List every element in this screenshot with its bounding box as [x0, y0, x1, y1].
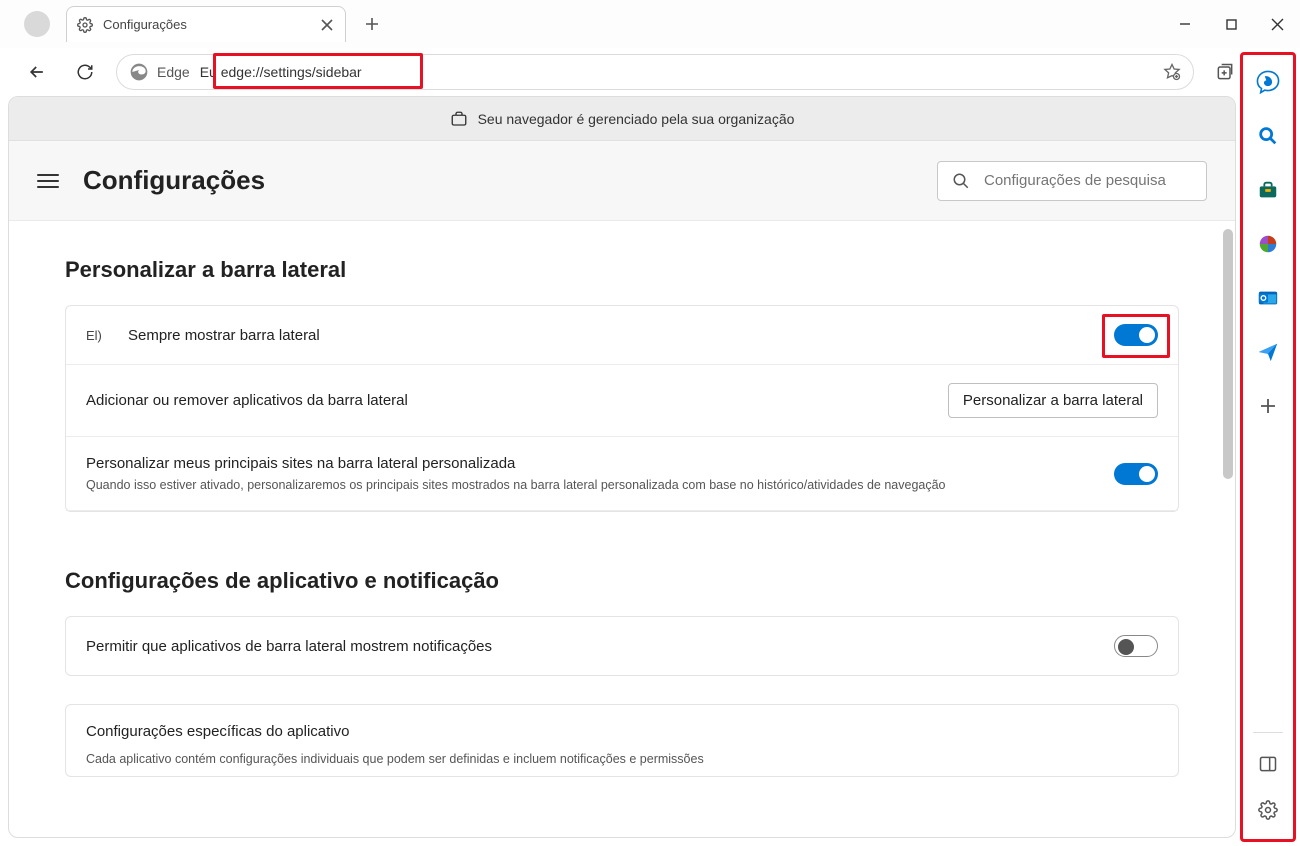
- address-bar[interactable]: Edge Eu edge://settings/sidebar: [116, 54, 1194, 90]
- sidebar-settings-button[interactable]: [1253, 795, 1283, 825]
- close-window-button[interactable]: [1254, 4, 1300, 44]
- customize-sidebar-button[interactable]: Personalizar a barra lateral: [948, 383, 1158, 418]
- row-label: Personalizar meus principais sites na ba…: [86, 455, 1096, 472]
- briefcase-icon: [450, 110, 468, 128]
- settings-page: Seu navegador é gerenciado pela sua orga…: [8, 96, 1236, 838]
- section-title-sidebar: Personalizar a barra lateral: [65, 257, 1179, 283]
- sidebar-send[interactable]: [1253, 337, 1283, 367]
- browser-tab[interactable]: Configurações: [66, 6, 346, 42]
- refresh-button[interactable]: [68, 55, 102, 89]
- settings-title: Configurações: [83, 165, 265, 196]
- notifications-card: Permitir que aplicativos de barra latera…: [65, 616, 1179, 676]
- menu-hamburger-button[interactable]: [37, 167, 65, 195]
- managed-by-org-banner: Seu navegador é gerenciado pela sua orga…: [9, 97, 1235, 141]
- sidebar-outlook[interactable]: [1253, 283, 1283, 313]
- content-scrollbar[interactable]: [1223, 229, 1233, 479]
- search-icon: [952, 172, 970, 190]
- settings-search[interactable]: [937, 161, 1207, 201]
- row-label: Configurações específicas do aplicativo: [86, 723, 349, 740]
- sidebar-bing-chat[interactable]: [1253, 67, 1283, 97]
- row-label: Adicionar ou remover aplicativos da barr…: [86, 392, 930, 409]
- tab-title: Configurações: [103, 17, 309, 32]
- row-label: Sempre mostrar barra lateral: [128, 327, 1096, 344]
- row-label: Permitir que aplicativos de barra latera…: [86, 638, 1096, 655]
- sidebar-divider: [1253, 732, 1283, 733]
- gear-icon: [77, 17, 93, 33]
- row-subtext: Quando isso estiver ativado, personaliza…: [86, 478, 1096, 492]
- address-brand-label: Edge: [157, 64, 190, 80]
- toggle-always-show-sidebar[interactable]: [1114, 324, 1158, 346]
- sidebar-collapse-button[interactable]: [1253, 749, 1283, 779]
- row-prefix: El): [86, 328, 110, 343]
- sidebar-add-button[interactable]: [1253, 391, 1283, 421]
- settings-header: Configurações: [9, 141, 1235, 221]
- row-app-specific: Configurações específicas do aplicativo …: [66, 705, 1178, 776]
- favorite-star-icon[interactable]: [1163, 63, 1181, 81]
- browser-toolbar: Edge Eu edge://settings/sidebar: [0, 48, 1300, 96]
- row-allow-notifications: Permitir que aplicativos de barra latera…: [66, 617, 1178, 675]
- back-button[interactable]: [20, 55, 54, 89]
- managed-banner-text: Seu navegador é gerenciado pela sua orga…: [478, 111, 795, 127]
- collections-button[interactable]: [1208, 55, 1242, 89]
- edge-sidebar: [1240, 52, 1296, 842]
- toggle-personalize-top-sites[interactable]: [1114, 463, 1158, 485]
- new-tab-button[interactable]: [358, 10, 386, 38]
- row-personalize-top-sites: Personalizar meus principais sites na ba…: [66, 437, 1178, 511]
- window-titlebar: Configurações: [0, 0, 1300, 48]
- sidebar-search[interactable]: [1253, 121, 1283, 151]
- settings-content: Personalizar a barra lateral El) Sempre …: [9, 221, 1235, 837]
- address-prefix: Eu: [200, 64, 217, 80]
- row-subtext: Cada aplicativo contém configurações ind…: [86, 752, 704, 766]
- row-add-remove-apps: Adicionar ou remover aplicativos da barr…: [66, 365, 1178, 437]
- settings-search-input[interactable]: [984, 172, 1192, 189]
- edge-logo-icon: [129, 62, 149, 82]
- row-always-show-sidebar: El) Sempre mostrar barra lateral: [66, 306, 1178, 365]
- address-url: edge://settings/sidebar: [221, 64, 362, 80]
- sidebar-microsoft365[interactable]: [1253, 229, 1283, 259]
- app-specific-card: Configurações específicas do aplicativo …: [65, 704, 1179, 777]
- toggle-allow-notifications[interactable]: [1114, 635, 1158, 657]
- close-tab-icon[interactable]: [319, 17, 335, 33]
- profile-avatar[interactable]: [24, 11, 50, 37]
- sidebar-shopping[interactable]: [1253, 175, 1283, 205]
- sidebar-settings-card: El) Sempre mostrar barra lateral Adicion…: [65, 305, 1179, 512]
- maximize-button[interactable]: [1208, 4, 1254, 44]
- section-title-app-notifications: Configurações de aplicativo e notificaçã…: [65, 568, 1179, 594]
- minimize-button[interactable]: [1162, 4, 1208, 44]
